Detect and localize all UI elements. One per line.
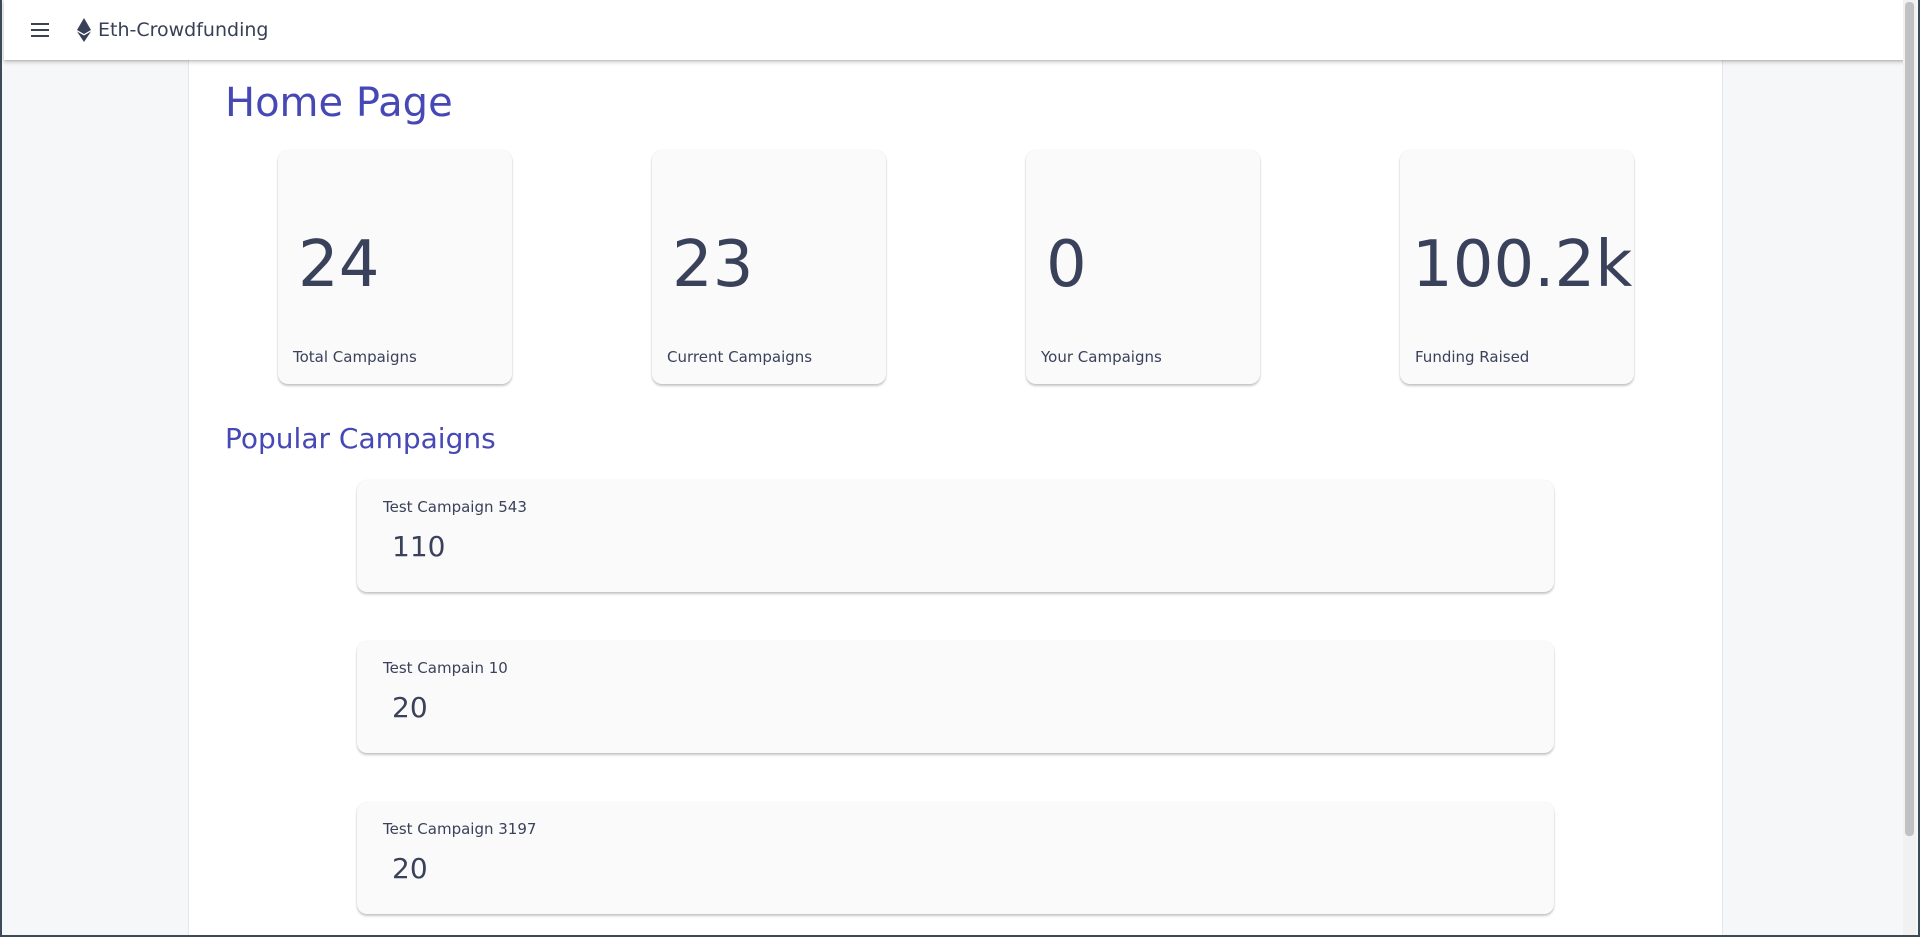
stat-value: 24	[298, 228, 380, 302]
stat-card-total-campaigns: 24 Total Campaigns	[278, 150, 512, 384]
campaign-name: Test Campaign 543	[383, 498, 527, 516]
stat-card-funding-raised: 100.2k Funding Raised	[1400, 150, 1634, 384]
main-content: Home Page 24 Total Campaigns 23 Current …	[188, 60, 1723, 935]
scrollbar-thumb[interactable]	[1905, 2, 1914, 836]
brand[interactable]: Eth-Crowdfunding	[76, 18, 268, 42]
stat-value: 0	[1046, 228, 1087, 302]
stat-label: Current Campaigns	[667, 348, 813, 366]
campaign-card[interactable]: Test Campain 10 20	[357, 641, 1554, 753]
stat-value: 23	[672, 228, 754, 302]
vertical-scrollbar[interactable]	[1903, 0, 1916, 935]
stat-card-current-campaigns: 23 Current Campaigns	[652, 150, 886, 384]
popular-campaigns-title: Popular Campaigns	[225, 422, 496, 455]
app-bar: Eth-Crowdfunding	[4, 0, 1907, 60]
app-title: Eth-Crowdfunding	[98, 19, 269, 41]
stat-card-your-campaigns: 0 Your Campaigns	[1026, 150, 1260, 384]
stat-label: Total Campaigns	[293, 348, 417, 366]
ethereum-icon	[77, 18, 91, 42]
campaign-name: Test Campain 10	[383, 659, 508, 677]
campaign-card[interactable]: Test Campaign 3197 20	[357, 802, 1554, 914]
menu-icon[interactable]	[28, 20, 56, 40]
stat-label: Funding Raised	[1415, 348, 1530, 366]
browser-frame: Eth-Crowdfunding Home Page 24 Total Camp…	[0, 0, 1920, 937]
campaign-amount: 110	[392, 530, 446, 563]
page-title: Home Page	[225, 80, 453, 126]
campaign-amount: 20	[392, 852, 428, 885]
campaign-amount: 20	[392, 691, 428, 724]
stat-label: Your Campaigns	[1041, 348, 1162, 366]
campaign-card[interactable]: Test Campaign 543 110	[357, 480, 1554, 592]
campaign-name: Test Campaign 3197	[383, 820, 537, 838]
stat-value: 100.2k	[1412, 228, 1633, 302]
